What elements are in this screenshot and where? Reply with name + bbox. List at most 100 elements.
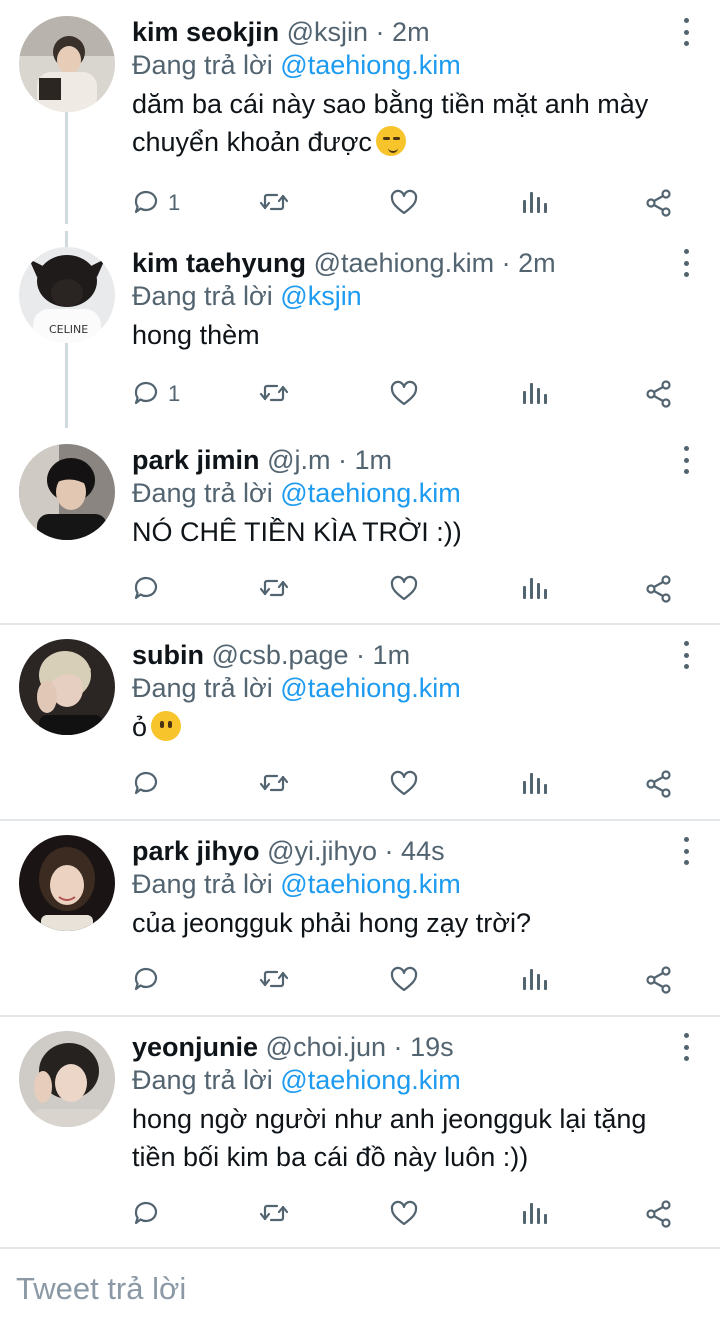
author-handle[interactable]: @j.m xyxy=(267,445,330,475)
mention-link[interactable]: @taehiong.kim xyxy=(280,50,461,80)
timestamp[interactable]: 2m xyxy=(392,17,430,47)
reply-count: 1 xyxy=(168,190,181,215)
replying-to-label: Đang trả lời xyxy=(132,478,273,508)
like-button[interactable] xyxy=(389,1184,419,1244)
author-name[interactable]: kim taehyung xyxy=(132,248,306,278)
timestamp[interactable]: 19s xyxy=(410,1032,454,1062)
views-icon xyxy=(523,192,547,213)
more-options-button[interactable] xyxy=(680,18,692,46)
share-button[interactable] xyxy=(644,754,674,814)
reply-button[interactable]: 1 xyxy=(132,364,180,424)
retweet-button[interactable] xyxy=(259,559,289,619)
reply-button[interactable] xyxy=(132,754,162,814)
avatar[interactable]: CELINE xyxy=(19,247,115,343)
thread-line xyxy=(65,343,68,428)
author-name[interactable]: yeonjunie xyxy=(132,1032,258,1062)
share-button[interactable] xyxy=(644,1184,674,1244)
tweet[interactable]: CELINE kim taehyung @taehiong.kim · 2m Đ… xyxy=(0,231,720,428)
views-button[interactable] xyxy=(520,559,550,619)
more-options-button[interactable] xyxy=(680,641,692,669)
views-button[interactable] xyxy=(520,173,550,233)
share-icon xyxy=(646,380,671,408)
avatar[interactable] xyxy=(19,444,115,540)
author-handle[interactable]: @yi.jihyo xyxy=(267,836,377,866)
tweet[interactable]: yeonjunie @choi.jun · 19s Đang trả lời @… xyxy=(0,1015,720,1245)
retweet-icon xyxy=(259,193,289,211)
author-name[interactable]: park jimin xyxy=(132,445,260,475)
author-name[interactable]: kim seokjin xyxy=(132,17,279,47)
tweet[interactable]: subin @csb.page · 1m Đang trả lời @taehi… xyxy=(0,623,720,819)
mention-link[interactable]: @taehiong.kim xyxy=(280,1065,461,1095)
more-options-button[interactable] xyxy=(680,837,692,865)
tweet-actions xyxy=(132,754,671,814)
replying-to-label: Đang trả lời xyxy=(132,869,273,899)
like-button[interactable] xyxy=(389,364,419,424)
share-icon xyxy=(646,966,671,994)
views-button[interactable] xyxy=(520,364,550,424)
reply-input[interactable] xyxy=(16,1271,616,1307)
separator-dot: · xyxy=(384,836,394,866)
retweet-button[interactable] xyxy=(259,950,289,1010)
tweet-text: hong ngờ người như anh jeongguk lại tặng… xyxy=(132,1100,670,1176)
avatar[interactable] xyxy=(19,16,115,112)
views-button[interactable] xyxy=(520,950,550,1010)
replying-to: Đang trả lời @taehiong.kim xyxy=(132,1063,670,1097)
replying-to-label: Đang trả lời xyxy=(132,673,273,703)
reply-icon xyxy=(134,190,158,214)
mention-link[interactable]: @ksjin xyxy=(280,281,361,311)
reply-icon xyxy=(134,1201,158,1225)
reply-count: 1 xyxy=(168,381,181,406)
more-options-button[interactable] xyxy=(680,249,692,277)
avatar[interactable] xyxy=(19,639,115,735)
author-name[interactable]: park jihyo xyxy=(132,836,260,866)
reply-button[interactable] xyxy=(132,559,162,619)
retweet-button[interactable] xyxy=(259,173,289,233)
tweet-text-line: ỏ xyxy=(132,712,148,742)
mention-link[interactable]: @taehiong.kim xyxy=(280,478,461,508)
share-button[interactable] xyxy=(644,950,674,1010)
mention-link[interactable]: @taehiong.kim xyxy=(280,673,461,703)
share-button[interactable] xyxy=(644,364,674,424)
like-button[interactable] xyxy=(389,754,419,814)
reply-button[interactable] xyxy=(132,1184,162,1244)
reply-button[interactable]: 1 xyxy=(132,173,180,233)
author-handle[interactable]: @taehiong.kim xyxy=(314,248,495,278)
retweet-button[interactable] xyxy=(259,754,289,814)
timestamp[interactable]: 1m xyxy=(355,445,393,475)
tweet[interactable]: park jimin @j.m · 1m Đang trả lời @taehi… xyxy=(0,428,720,623)
timestamp[interactable]: 44s xyxy=(401,836,445,866)
reply-icon xyxy=(134,967,158,991)
replying-to: Đang trả lời @ksjin xyxy=(132,279,670,313)
author-handle[interactable]: @ksjin xyxy=(287,17,368,47)
like-button[interactable] xyxy=(389,173,419,233)
author-name[interactable]: subin xyxy=(132,640,204,670)
tweet-actions xyxy=(132,950,671,1010)
views-button[interactable] xyxy=(520,754,550,814)
retweet-button[interactable] xyxy=(259,1184,289,1244)
like-button[interactable] xyxy=(389,559,419,619)
share-button[interactable] xyxy=(644,559,674,619)
more-options-button[interactable] xyxy=(680,446,692,474)
tweet[interactable]: kim seokjin @ksjin · 2m Đang trả lời @ta… xyxy=(0,0,720,231)
author-handle[interactable]: @csb.page xyxy=(212,640,349,670)
views-button[interactable] xyxy=(520,1184,550,1244)
avatar[interactable] xyxy=(19,835,115,931)
separator-dot: · xyxy=(356,640,366,670)
tweet-actions: 1 xyxy=(132,173,671,233)
like-button[interactable] xyxy=(389,950,419,1010)
timestamp[interactable]: 2m xyxy=(518,248,556,278)
share-icon xyxy=(646,770,671,798)
mention-link[interactable]: @taehiong.kim xyxy=(280,869,461,899)
tweet[interactable]: park jihyo @yi.jihyo · 44s Đang trả lời … xyxy=(0,819,720,1015)
heart-icon xyxy=(390,575,418,601)
timestamp[interactable]: 1m xyxy=(373,640,411,670)
share-button[interactable] xyxy=(644,173,674,233)
more-options-button[interactable] xyxy=(680,1033,692,1061)
tweet-text: hong thèm xyxy=(132,316,670,354)
reply-button[interactable] xyxy=(132,950,162,1010)
avatar-shirt-text: CELINE xyxy=(49,323,88,336)
avatar[interactable] xyxy=(19,1031,115,1127)
author-handle[interactable]: @choi.jun xyxy=(266,1032,386,1062)
tweet-text-line: của jeongguk phải hong zạy trời? xyxy=(132,908,531,938)
retweet-button[interactable] xyxy=(259,364,289,424)
